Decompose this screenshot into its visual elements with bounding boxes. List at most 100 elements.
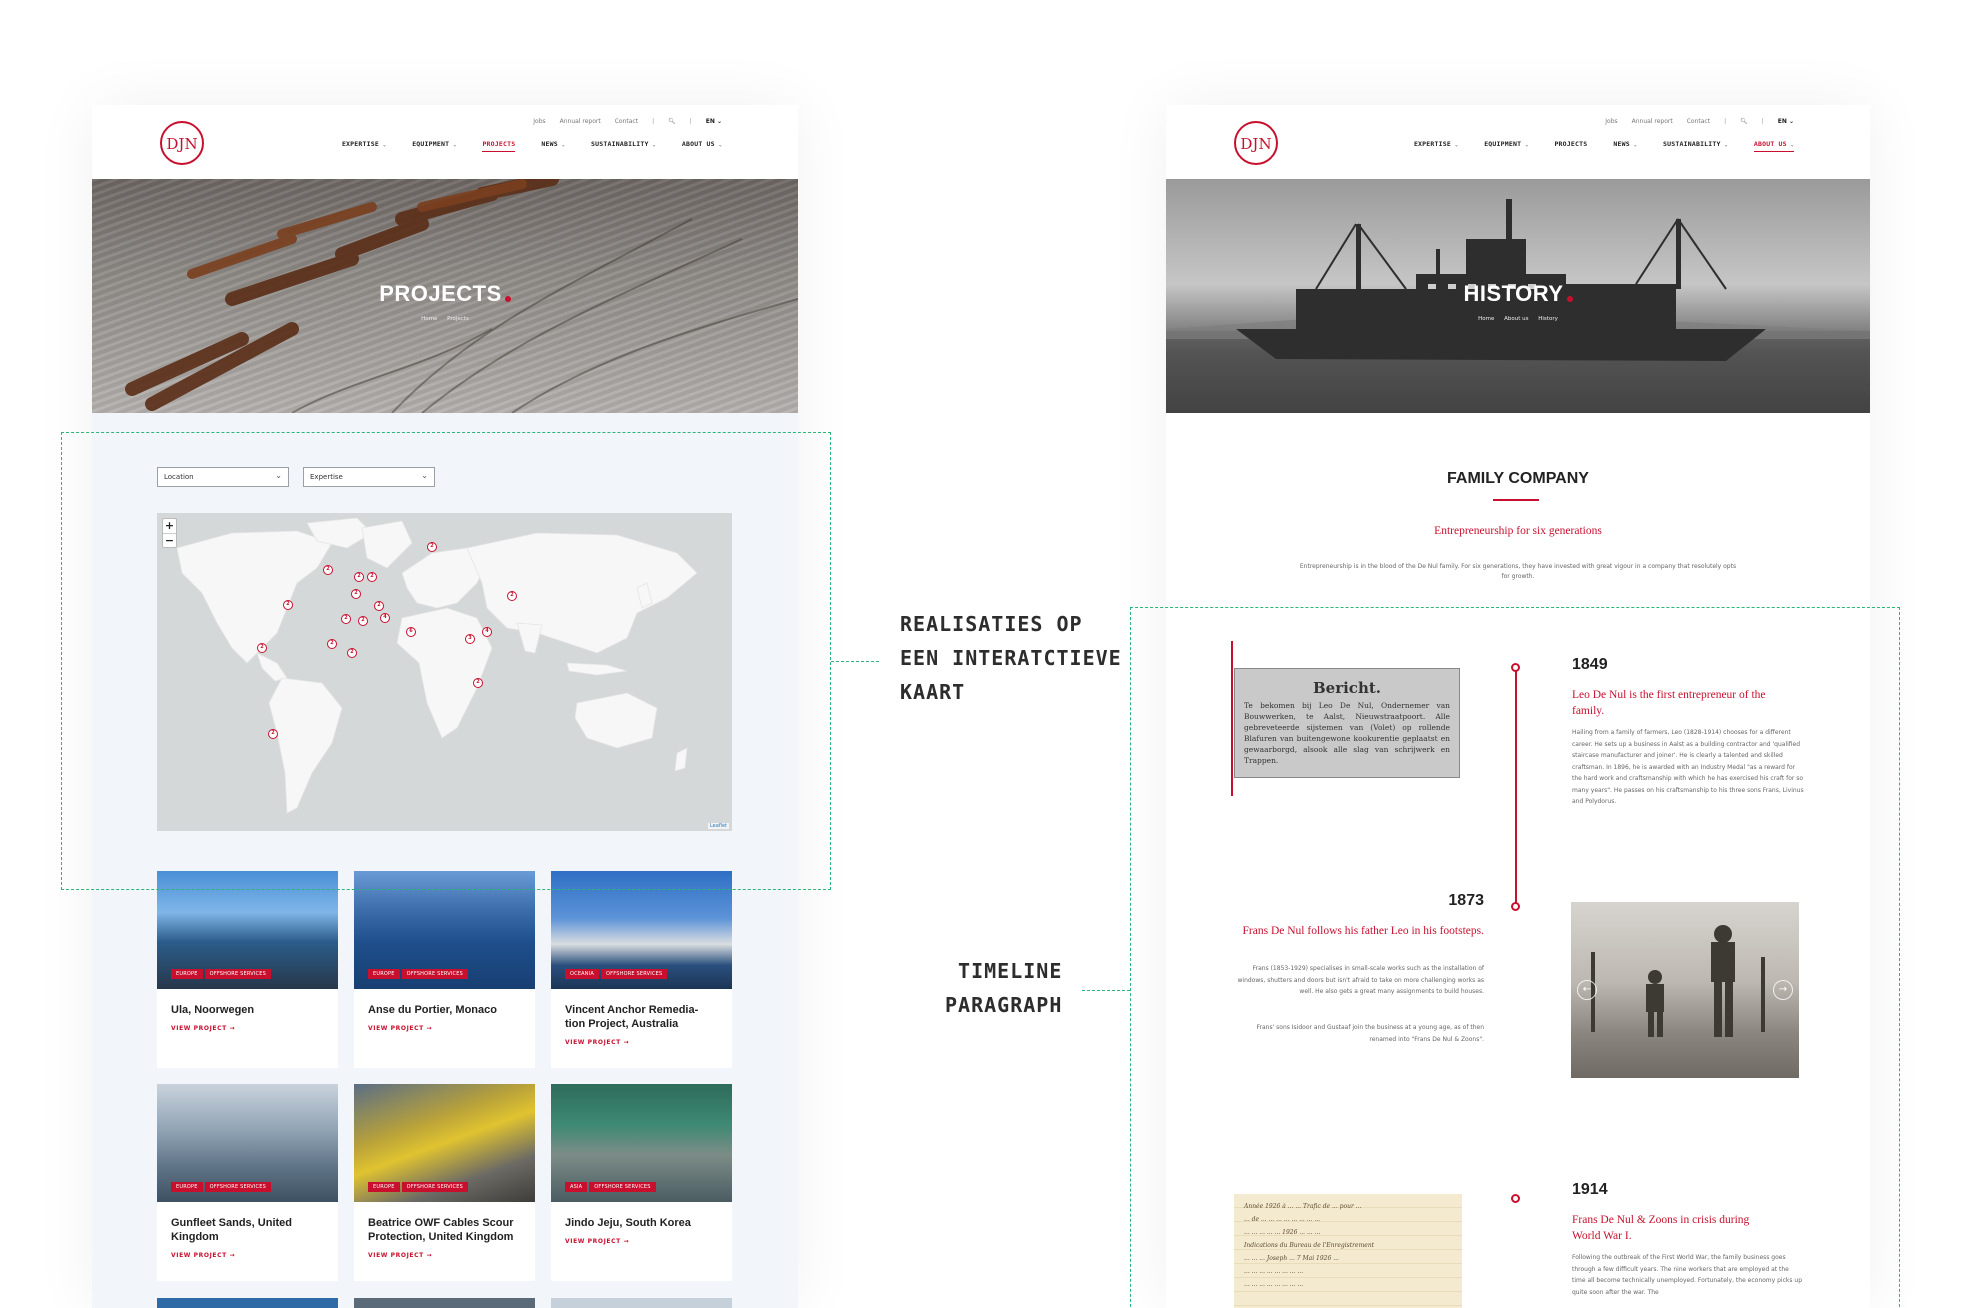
section-intro: Entrepreneurship is in the blood of the … xyxy=(1299,563,1737,580)
section-title: FAMILY COMPANY xyxy=(1447,470,1589,487)
nav-news[interactable]: NEWS ⌄ xyxy=(1613,140,1637,152)
language-label: EN xyxy=(705,118,715,125)
nav-about-us[interactable]: ABOUT US ⌄ xyxy=(682,140,722,152)
main-nav: EXPERTISE ⌄ EQUIPMENT ⌄ PROJECTS NEWS ⌄ SUS… xyxy=(1414,140,1794,152)
nav-label: EQUIPMENT xyxy=(1484,140,1522,148)
topbar-contact-link[interactable]: Contact xyxy=(615,118,638,125)
topbar-annual-report-link[interactable]: Annual report xyxy=(560,118,601,125)
chevron-down-icon: ⌄ xyxy=(1790,142,1794,148)
chevron-down-icon: ⌄ xyxy=(1788,118,1794,125)
project-tags: EUROPE OFFSHORE SERVICES xyxy=(171,969,271,979)
topbar-annual-report-link[interactable]: Annual report xyxy=(1632,118,1673,125)
language-switcher[interactable]: EN ⌄ xyxy=(706,118,722,125)
project-card[interactable]: EUROPE OFFSHORE SERVICES Anse du Portier… xyxy=(354,871,535,1068)
nav-about-us[interactable]: ABOUT US ⌄ xyxy=(1753,140,1794,152)
view-project-link[interactable]: VIEW PROJECT → xyxy=(551,1230,732,1245)
project-title[interactable]: Anse du Portier, Monaco xyxy=(354,989,535,1017)
section-subtitle: Entrepreneurship for six generations xyxy=(1434,525,1602,537)
nav-label: SUSTAINABILITY xyxy=(1663,140,1721,148)
project-title[interactable]: Vincent Anchor Remedia-tion Project, Aus… xyxy=(551,989,732,1031)
project-card[interactable] xyxy=(551,1298,732,1308)
map-annotation-connector xyxy=(831,661,879,662)
nav-label: EQUIPMENT xyxy=(412,140,450,148)
nav-projects[interactable]: PROJECTS xyxy=(482,140,516,152)
page-title-text: PROJECTS xyxy=(379,281,502,306)
view-project-label: VIEW PROJECT xyxy=(368,1025,424,1032)
region-tag: EUROPE xyxy=(171,1182,203,1192)
nav-expertise[interactable]: EXPERTISE ⌄ xyxy=(1414,140,1458,152)
hero-banner: HISTORY Home About us History xyxy=(1166,179,1870,413)
svg-text:DJN: DJN xyxy=(1240,135,1271,153)
project-card[interactable]: OCEANIA OFFSHORE SERVICES Vincent Anchor… xyxy=(551,871,732,1068)
chevron-down-icon: ⌄ xyxy=(652,142,656,148)
chevron-down-icon: ⌄ xyxy=(1525,142,1529,148)
nav-equipment[interactable]: EQUIPMENT ⌄ xyxy=(1484,140,1528,152)
breadcrumb-current: History xyxy=(1538,316,1558,322)
logo-djn[interactable]: DJN xyxy=(1234,121,1278,165)
search-icon[interactable]: 🔍︎ xyxy=(1740,118,1748,125)
project-tags: EUROPE OFFSHORE SERVICES xyxy=(368,969,468,979)
view-project-label: VIEW PROJECT xyxy=(368,1252,424,1259)
nav-projects[interactable]: PROJECTS xyxy=(1554,140,1587,152)
breadcrumb-parent[interactable]: About us xyxy=(1504,316,1528,322)
topbar-jobs-link[interactable]: Jobs xyxy=(533,118,545,125)
svg-text:DJN: DJN xyxy=(166,135,197,153)
region-tag: OCEANIA xyxy=(565,969,600,979)
view-project-link[interactable]: VIEW PROJECT → xyxy=(354,1244,535,1259)
timeline-annotation-connector xyxy=(1082,990,1130,991)
chevron-down-icon: ⌄ xyxy=(1724,142,1728,148)
arrow-right-icon: → xyxy=(426,1252,433,1259)
service-tag: OFFSHORE SERVICES xyxy=(204,1182,271,1192)
topbar: Jobs Annual report Contact | 🔍︎ | EN ⌄ xyxy=(1605,118,1794,125)
project-title[interactable]: Gunfleet Sands, United Kingdom xyxy=(157,1202,338,1244)
arrow-right-icon: → xyxy=(229,1252,236,1259)
arrow-right-icon: → xyxy=(426,1025,433,1032)
nav-news[interactable]: NEWS ⌄ xyxy=(541,140,565,152)
nav-sustainability[interactable]: SUSTAINABILITY ⌄ xyxy=(591,140,656,152)
chevron-down-icon: ⌄ xyxy=(716,118,722,125)
view-project-link[interactable]: VIEW PROJECT → xyxy=(157,1017,338,1032)
topbar-contact-link[interactable]: Contact xyxy=(1687,118,1710,125)
language-switcher[interactable]: EN ⌄ xyxy=(1778,118,1794,125)
title-dot xyxy=(504,296,511,302)
breadcrumb-home[interactable]: Home xyxy=(1478,316,1494,322)
annotation-line: REALISATIES OP xyxy=(900,612,1083,636)
project-card[interactable]: EUROPE OFFSHORE SERVICES Gunfleet Sands,… xyxy=(157,1084,338,1281)
annotation-line: PARAGRAPH xyxy=(945,993,1063,1017)
breadcrumb-home[interactable]: Home xyxy=(421,316,437,322)
region-tag: EUROPE xyxy=(368,1182,400,1192)
nav-expertise[interactable]: EXPERTISE ⌄ xyxy=(342,140,386,152)
project-card[interactable]: EUROPE OFFSHORE SERVICES Beatrice OWF Ca… xyxy=(354,1084,535,1281)
nav-label: NEWS xyxy=(541,140,558,148)
project-thumbnail: EUROPE OFFSHORE SERVICES xyxy=(157,1084,338,1202)
nav-sustainability[interactable]: SUSTAINABILITY ⌄ xyxy=(1663,140,1728,152)
nav-label: SUSTAINABILITY xyxy=(591,140,649,148)
divider: | xyxy=(1724,118,1727,125)
project-card[interactable]: ASIA OFFSHORE SERVICES Jindo Jeju, South… xyxy=(551,1084,732,1281)
chevron-down-icon: ⌄ xyxy=(1454,142,1459,148)
annotation-line: KAART xyxy=(900,680,966,704)
topbar-jobs-link[interactable]: Jobs xyxy=(1605,118,1617,125)
chevron-down-icon: ⌄ xyxy=(382,142,387,148)
view-project-link[interactable]: VIEW PROJECT → xyxy=(157,1244,338,1259)
topbar: Jobs Annual report Contact | 🔍︎ | EN ⌄ xyxy=(533,118,722,125)
nav-equipment[interactable]: EQUIPMENT ⌄ xyxy=(412,140,456,152)
hero-banner: PROJECTS Home Projects xyxy=(92,179,798,413)
project-title[interactable]: Ula, Noorwegen xyxy=(157,989,338,1017)
main-nav: EXPERTISE ⌄ EQUIPMENT ⌄ PROJECTS NEWS ⌄ SUS… xyxy=(342,140,722,152)
search-icon[interactable]: 🔍︎ xyxy=(668,118,676,125)
view-project-link[interactable]: VIEW PROJECT → xyxy=(551,1031,732,1046)
breadcrumb: Home Projects xyxy=(92,316,798,322)
arrow-right-icon: → xyxy=(229,1025,236,1032)
service-tag: OFFSHORE SERVICES xyxy=(601,969,668,979)
view-project-link[interactable]: VIEW PROJECT → xyxy=(354,1017,535,1032)
project-thumbnail: ASIA OFFSHORE SERVICES xyxy=(551,1084,732,1202)
logo-djn[interactable]: DJN xyxy=(160,121,204,165)
project-card[interactable] xyxy=(157,1298,338,1308)
project-title[interactable]: Jindo Jeju, South Korea xyxy=(551,1202,732,1230)
project-card[interactable]: EUROPE OFFSHORE SERVICES Ula, Noorwegen … xyxy=(157,871,338,1068)
timeline-annotation-box xyxy=(1130,607,1900,1308)
service-tag: OFFSHORE SERVICES xyxy=(401,1182,468,1192)
project-card[interactable] xyxy=(354,1298,535,1308)
project-title[interactable]: Beatrice OWF Cables Scour Protection, Un… xyxy=(354,1202,535,1244)
